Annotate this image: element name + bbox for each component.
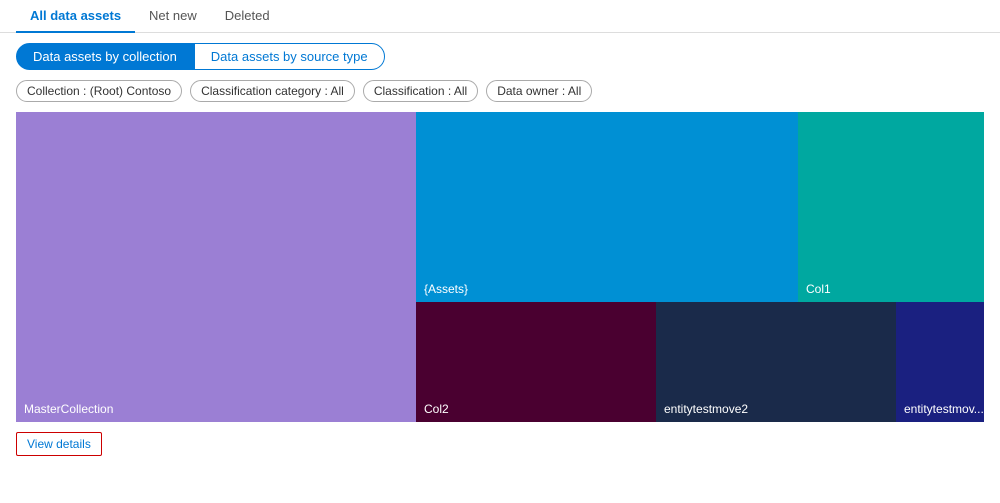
filter-classification[interactable]: Classification : All <box>363 80 478 102</box>
treemap-cell-master[interactable]: MasterCollection <box>16 112 416 422</box>
treemap-cell-assets-label: {Assets} <box>424 282 468 296</box>
treemap-cell-col1[interactable]: Col1 <box>798 112 984 302</box>
view-toggle: Data assets by collection Data assets by… <box>16 43 984 70</box>
filter-classification-category[interactable]: Classification category : All <box>190 80 355 102</box>
treemap-cell-col1-label: Col1 <box>806 282 831 296</box>
by-source-type-button[interactable]: Data assets by source type <box>194 43 385 70</box>
treemap-cell-entitytest2-label: entitytestmove2 <box>664 402 748 416</box>
tab-net-new[interactable]: Net new <box>135 0 211 33</box>
filter-collection[interactable]: Collection : (Root) Contoso <box>16 80 182 102</box>
treemap-cell-entitytest2[interactable]: entitytestmove2 <box>656 302 896 422</box>
treemap-cell-col2[interactable]: Col2 <box>416 302 656 422</box>
tab-deleted[interactable]: Deleted <box>211 0 284 33</box>
filter-bar: Collection : (Root) Contoso Classificati… <box>16 80 984 102</box>
view-details-button[interactable]: View details <box>16 432 102 456</box>
top-tabs: All data assets Net new Deleted <box>0 0 1000 33</box>
treemap-cell-entitytest3-label: entitytestmov... <box>904 402 984 416</box>
filter-data-owner[interactable]: Data owner : All <box>486 80 592 102</box>
view-details-area: View details <box>16 432 984 456</box>
treemap-cell-entitytest3[interactable]: entitytestmov... <box>896 302 984 422</box>
treemap-cell-assets[interactable]: {Assets} <box>416 112 798 302</box>
treemap-cell-col2-label: Col2 <box>424 402 449 416</box>
tab-all-data-assets[interactable]: All data assets <box>16 0 135 33</box>
treemap: MasterCollection {Assets} Col1 Col2 enti… <box>16 112 984 422</box>
by-collection-button[interactable]: Data assets by collection <box>16 43 194 70</box>
treemap-cell-master-label: MasterCollection <box>24 402 113 416</box>
